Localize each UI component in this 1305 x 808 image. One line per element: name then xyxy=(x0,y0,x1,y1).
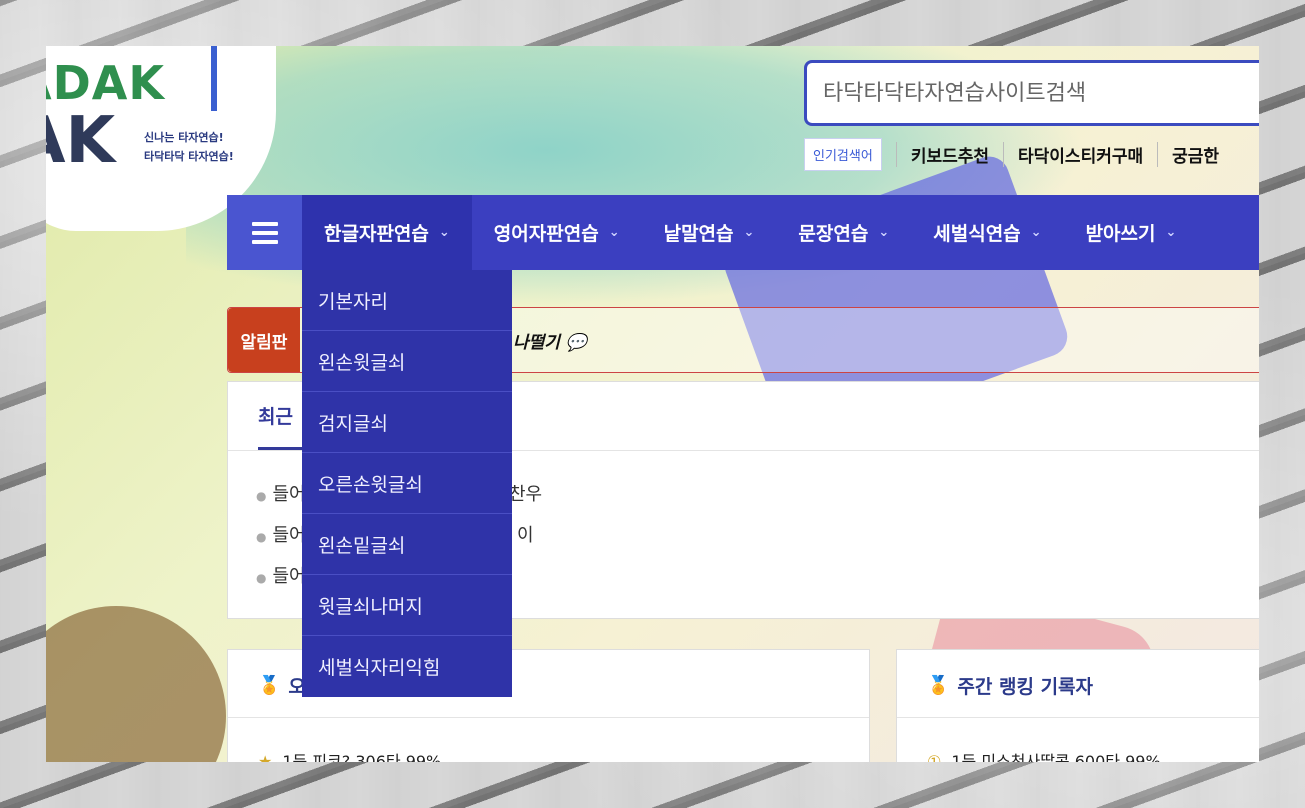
search-input[interactable] xyxy=(823,80,1259,106)
divider xyxy=(228,717,869,718)
dropdown-item-sebeolsik-position[interactable]: 세벌식자리익힘 xyxy=(302,636,512,697)
list-item-tail: 찬우 xyxy=(509,484,543,505)
list-item-text: 들어 xyxy=(272,566,306,587)
nav-item-label: 받아쓰기 xyxy=(1085,223,1156,245)
popular-search-item[interactable]: 궁금한 xyxy=(1157,141,1233,167)
nav-item-label: 세벌식연습 xyxy=(933,223,1021,245)
notice-label: 알림판 xyxy=(228,308,300,372)
hamburger-menu-button[interactable] xyxy=(227,195,302,270)
chevron-down-icon: ⌄ xyxy=(438,225,450,240)
logo-tagline: 타닥타닥 타자연습! xyxy=(144,150,234,163)
ranking-row-text: 1등 피코? 306타 99% xyxy=(282,752,442,762)
bullet-icon: ● xyxy=(256,571,267,585)
bullet-icon: ● xyxy=(256,530,267,544)
weekly-ranking-panel: 🏅 주간 랭킹 기록자 ① 1등 미소천사딸콩 600타 99% xyxy=(896,649,1259,762)
list-item[interactable]: ● 들어 xyxy=(256,521,306,547)
ranking-row-text: 1등 미소천사딸콩 600타 99% xyxy=(951,752,1161,762)
nav-item-label: 영어자판연습 xyxy=(493,223,599,245)
chevron-down-icon: ⌄ xyxy=(878,225,890,240)
nav-item-label: 낱말연습 xyxy=(663,223,734,245)
nav-item-dictation[interactable]: 받아쓰기 ⌄ xyxy=(1064,195,1199,270)
logo-arrow-icon xyxy=(211,46,217,111)
dropdown-item-basic-position[interactable]: 기본자리 xyxy=(302,270,512,331)
dropdown-item-left-lower-keys[interactable]: 왼손밑글쇠 xyxy=(302,514,512,575)
logo-text-bottom: AK xyxy=(46,104,116,178)
list-item[interactable]: ● 들어 xyxy=(256,562,306,588)
notice-text-label: 나떨기 xyxy=(513,332,560,353)
logo-text-top: ADAK xyxy=(46,56,166,110)
nav-item-label: 한글자판연습 xyxy=(324,223,429,245)
search-box xyxy=(804,60,1259,126)
nav-item-english-keyboard[interactable]: 영어자판연습 ⌄ xyxy=(472,195,642,270)
nav-item-word-practice[interactable]: 낱말연습 ⌄ xyxy=(642,195,777,270)
list-item-text: 들어 xyxy=(272,525,306,546)
first-place-medal-icon: ① xyxy=(927,752,942,762)
medal-icon: 🏅 xyxy=(927,675,950,696)
panel-title: 🏅 오 xyxy=(258,672,306,699)
chevron-down-icon: ⌄ xyxy=(608,225,620,240)
medal-icon: 🏅 xyxy=(258,675,281,696)
nav-item-sentence-practice[interactable]: 문장연습 ⌄ xyxy=(776,195,911,270)
divider xyxy=(897,717,1259,718)
hamburger-icon xyxy=(251,221,278,244)
chat-bubble-icon: 💬 xyxy=(565,332,588,353)
bullet-icon: ● xyxy=(256,489,267,503)
list-item-text: 들어 xyxy=(272,484,306,505)
popular-search-item[interactable]: 키보드추천 xyxy=(895,141,1003,167)
dropdown-item-index-keys[interactable]: 검지글쇠 xyxy=(302,392,512,453)
main-nav: 한글자판연습 ⌄ 영어자판연습 ⌄ 낱말연습 ⌄ 문장연습 ⌄ 세벌식연습 ⌄ … xyxy=(227,195,1259,270)
ranking-row[interactable]: ★ 1등 피코? 306타 99% xyxy=(258,748,441,762)
nav-item-hangul-keyboard[interactable]: 한글자판연습 ⌄ xyxy=(302,195,472,270)
nav-item-sebeolsik-practice[interactable]: 세벌식연습 ⌄ xyxy=(911,195,1063,270)
notice-text[interactable]: 나떨기 💬 xyxy=(513,328,587,353)
tab-recent[interactable]: 최근 xyxy=(258,402,293,429)
panel-title-text: 주간 랭킹 기록자 xyxy=(957,676,1094,698)
website-viewport: ADAK AK 신나는 타자연습! 타닥타닥 타자연습! 인기검색어 키보드추천… xyxy=(46,46,1259,762)
hangul-keyboard-dropdown: 기본자리 왼손윗글쇠 검지글쇠 오른손윗글쇠 왼손밑글쇠 윗글쇠나머지 세벌식자… xyxy=(302,270,512,697)
star-trophy-icon: ★ xyxy=(258,752,273,762)
list-item-tail: 이 xyxy=(517,525,534,546)
dropdown-item-left-upper-keys[interactable]: 왼손윗글쇠 xyxy=(302,331,512,392)
popular-searches: 인기검색어 키보드추천 타닥이스티커구매 궁금한 xyxy=(804,137,1233,171)
list-item[interactable]: ● 들어 xyxy=(256,480,306,506)
dropdown-item-right-upper-keys[interactable]: 오른손윗글쇠 xyxy=(302,453,512,514)
chevron-down-icon: ⌄ xyxy=(743,225,755,240)
panel-title: 🏅 주간 랭킹 기록자 xyxy=(927,672,1093,699)
chevron-down-icon: ⌄ xyxy=(1030,225,1042,240)
popular-search-item[interactable]: 타닥이스티커구매 xyxy=(1003,141,1157,167)
logo-tagline: 신나는 타자연습! xyxy=(144,131,224,144)
chevron-down-icon: ⌄ xyxy=(1165,225,1177,240)
background-decoration xyxy=(46,606,226,762)
ranking-row[interactable]: ① 1등 미소천사딸콩 600타 99% xyxy=(927,748,1161,762)
popular-searches-label: 인기검색어 xyxy=(804,137,882,171)
dropdown-item-remaining-upper-keys[interactable]: 윗글쇠나머지 xyxy=(302,575,512,636)
nav-item-label: 문장연습 xyxy=(798,223,869,245)
